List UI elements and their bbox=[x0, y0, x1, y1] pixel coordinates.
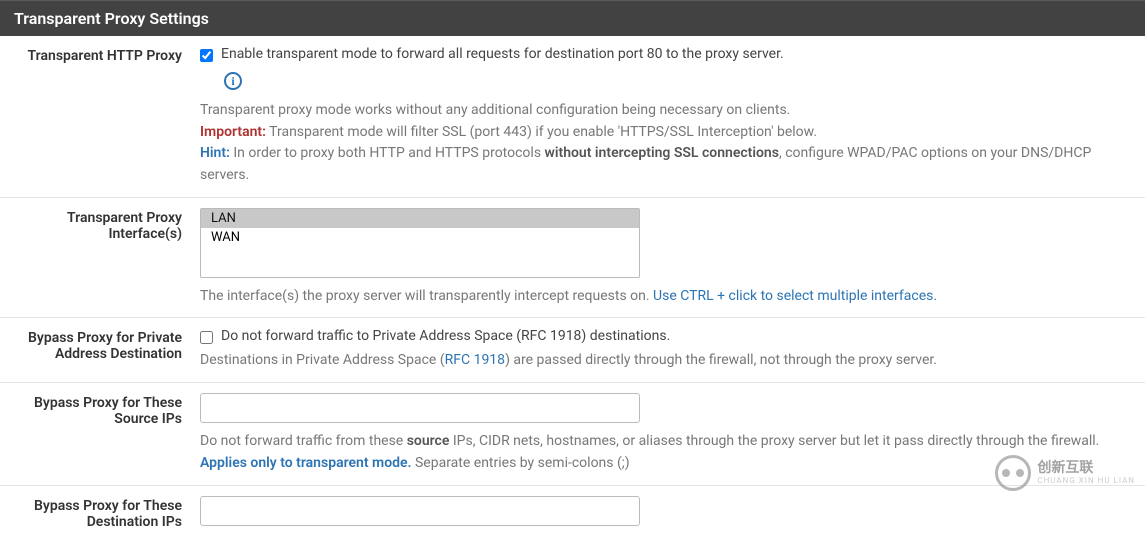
watermark-sub: CHUANG XIN HU LIAN bbox=[1037, 476, 1135, 485]
help-line1: Transparent proxy mode works without any… bbox=[200, 102, 790, 118]
checkbox-enable-transparent[interactable] bbox=[200, 49, 213, 62]
help-interfaces: The interface(s) the proxy server will t… bbox=[200, 286, 1131, 308]
checkbox-bypass-private[interactable] bbox=[200, 331, 213, 344]
label-transparent-http-proxy: Transparent HTTP Proxy bbox=[0, 46, 200, 187]
input-bypass-dest-ips[interactable] bbox=[200, 496, 640, 526]
hint-pre: In order to proxy both HTTP and HTTPS pr… bbox=[230, 145, 545, 161]
info-icon[interactable]: i bbox=[224, 72, 242, 90]
watermark-icon bbox=[995, 455, 1031, 491]
label-transparent-interfaces: Transparent Proxy Interface(s) bbox=[0, 208, 200, 308]
select-interfaces[interactable]: LAN WAN bbox=[200, 208, 640, 278]
watermark-brand: 创新互联 bbox=[1037, 461, 1135, 476]
watermark-logo: 创新互联 CHUANG XIN HU LIAN bbox=[995, 455, 1135, 491]
option-lan[interactable]: LAN bbox=[201, 209, 639, 228]
checkbox-bypass-private-label: Do not forward traffic to Private Addres… bbox=[221, 328, 670, 344]
help-bypass-source-pre: Do not forward traffic from these bbox=[200, 433, 407, 449]
applies-transparent-post: Separate entries by semi-colons (;) bbox=[412, 455, 630, 471]
row-bypass-dest-ips: Bypass Proxy for These Destination IPs bbox=[0, 486, 1145, 540]
label-bypass-source-ips: Bypass Proxy for These Source IPs bbox=[0, 393, 200, 474]
row-bypass-source-ips: Bypass Proxy for These Source IPs Do not… bbox=[0, 383, 1145, 485]
row-bypass-private: Bypass Proxy for Private Address Destina… bbox=[0, 318, 1145, 383]
row-transparent-http-proxy: Transparent HTTP Proxy Enable transparen… bbox=[0, 36, 1145, 198]
section-header: Transparent Proxy Settings bbox=[0, 0, 1145, 36]
help-interfaces-link: Use CTRL + click to select multiple inte… bbox=[653, 288, 937, 304]
hint-bold: without intercepting SSL connections bbox=[545, 145, 779, 161]
checkbox-enable-transparent-label: Enable transparent mode to forward all r… bbox=[221, 46, 784, 62]
help-bypass-private-post: ) are passed directly through the firewa… bbox=[505, 352, 937, 368]
important-text: Transparent mode will filter SSL (port 4… bbox=[266, 124, 817, 140]
section-title: Transparent Proxy Settings bbox=[14, 9, 209, 28]
help-interfaces-pre: The interface(s) the proxy server will t… bbox=[200, 288, 653, 304]
help-bypass-source-mid: IPs, CIDR nets, hostnames, or aliases th… bbox=[449, 433, 1099, 449]
help-bypass-source-bold: source bbox=[407, 433, 450, 449]
label-bypass-private: Bypass Proxy for Private Address Destina… bbox=[0, 328, 200, 372]
help-bypass-private-pre: Destinations in Private Address Space ( bbox=[200, 352, 445, 368]
applies-transparent-label: Applies only to transparent mode. bbox=[200, 455, 412, 471]
help-bypass-source: Do not forward traffic from these source… bbox=[200, 431, 1131, 474]
important-label: Important: bbox=[200, 124, 266, 140]
input-bypass-source-ips[interactable] bbox=[200, 393, 640, 423]
option-wan[interactable]: WAN bbox=[201, 228, 639, 247]
label-bypass-dest-ips: Bypass Proxy for These Destination IPs bbox=[0, 496, 200, 530]
row-transparent-interfaces: Transparent Proxy Interface(s) LAN WAN T… bbox=[0, 198, 1145, 319]
help-bypass-private: Destinations in Private Address Space (R… bbox=[200, 350, 1131, 372]
hint-label: Hint: bbox=[200, 145, 230, 161]
help-transparent-proxy: Transparent proxy mode works without any… bbox=[200, 100, 1131, 187]
rfc1918-link[interactable]: RFC 1918 bbox=[445, 352, 505, 368]
